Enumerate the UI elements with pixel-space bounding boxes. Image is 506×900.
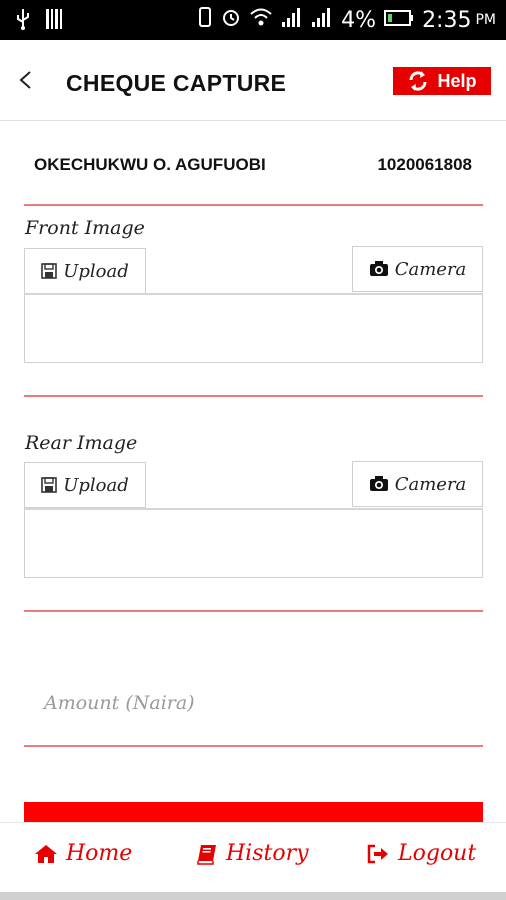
- upload-label: Upload: [63, 474, 129, 496]
- status-bar-right: 4% 2:35 PM: [197, 6, 496, 34]
- signal-icon: [311, 6, 333, 34]
- camera-label: Camera: [394, 258, 467, 280]
- front-upload-button[interactable]: Upload: [24, 248, 146, 294]
- battery-percent: 4%: [341, 7, 377, 33]
- barcode-icon: [46, 9, 64, 33]
- rear-image-preview[interactable]: [24, 508, 483, 578]
- save-icon: [41, 263, 58, 279]
- chevron-left-icon: [19, 71, 31, 89]
- app-bar: CHEQUE CAPTURE Help: [0, 40, 506, 121]
- nav-logout[interactable]: Logout: [366, 841, 476, 866]
- front-camera-button[interactable]: Camera: [352, 246, 483, 292]
- back-button[interactable]: [14, 68, 38, 92]
- rear-image-label: Rear Image: [25, 432, 138, 454]
- front-image-label: Front Image: [25, 217, 145, 239]
- front-image-preview[interactable]: [24, 293, 483, 363]
- logout-icon: [367, 844, 388, 863]
- signal-icon: [281, 6, 303, 34]
- save-icon: [41, 477, 58, 493]
- help-label: Help: [437, 70, 477, 91]
- clock-time: 2:35: [422, 7, 472, 33]
- divider: [24, 395, 483, 397]
- book-icon: [197, 844, 216, 865]
- clock-ampm: PM: [475, 12, 496, 28]
- account-number: 1020061808: [377, 155, 472, 174]
- system-bar: [0, 892, 506, 900]
- account-name: OKECHUKWU O. AGUFUOBI: [34, 155, 266, 174]
- usb-icon: [16, 8, 30, 34]
- wifi-icon: [249, 7, 273, 33]
- refresh-icon: [409, 71, 427, 91]
- camera-icon: [369, 476, 388, 491]
- battery-icon: [384, 8, 414, 33]
- divider: [24, 610, 483, 612]
- divider: [24, 745, 483, 747]
- divider: [24, 204, 483, 206]
- nav-home[interactable]: Home: [34, 841, 132, 866]
- help-button[interactable]: Help: [393, 67, 491, 95]
- status-bar: 4% 2:35 PM: [0, 0, 506, 40]
- nav-history[interactable]: History: [196, 841, 309, 866]
- page-title: CHEQUE CAPTURE: [66, 70, 287, 96]
- upload-label: Upload: [63, 260, 129, 282]
- alarm-icon: [221, 7, 241, 33]
- rear-upload-button[interactable]: Upload: [24, 462, 146, 508]
- nav-home-label: Home: [66, 841, 133, 866]
- vibrate-icon: [197, 7, 213, 33]
- camera-label: Camera: [394, 473, 467, 495]
- nav-logout-label: Logout: [398, 841, 477, 866]
- submit-button[interactable]: [24, 802, 483, 824]
- amount-input[interactable]: Amount (Naira): [44, 692, 195, 714]
- camera-icon: [369, 261, 388, 276]
- status-bar-left: [16, 8, 64, 34]
- home-icon: [35, 844, 57, 863]
- bottom-nav: Home History Logout: [0, 822, 506, 893]
- nav-history-label: History: [226, 841, 309, 866]
- rear-camera-button[interactable]: Camera: [352, 461, 483, 507]
